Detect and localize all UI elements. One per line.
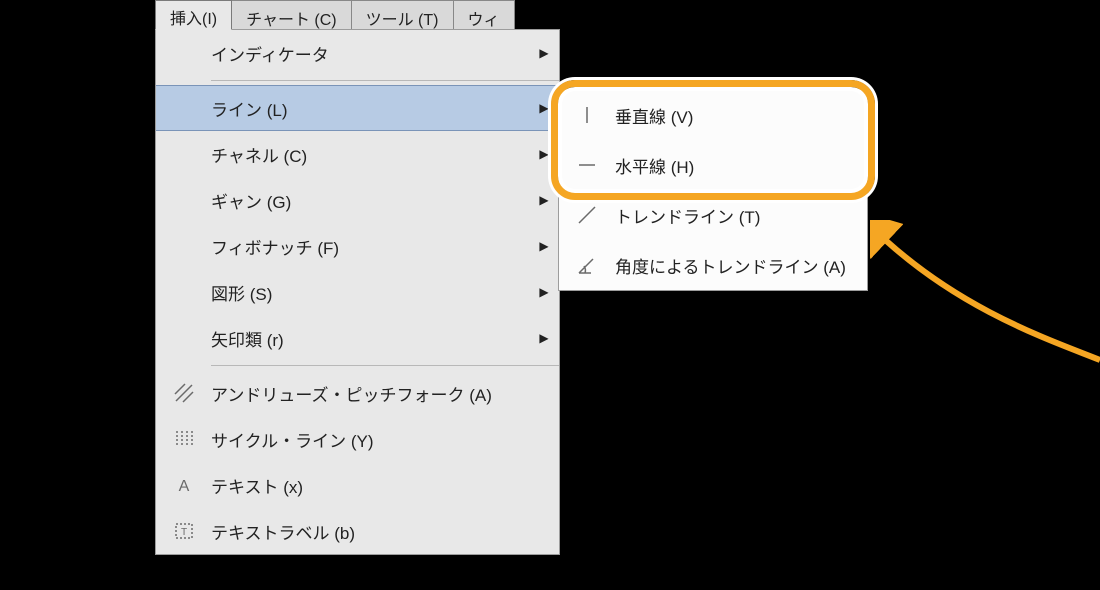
dd-label: 矢印類 (r) bbox=[211, 326, 529, 351]
sm-label: 角度によるトレンドライン (A) bbox=[615, 253, 867, 278]
dd-item-text-label[interactable]: T テキストラベル (b) bbox=[156, 508, 559, 554]
menu-label: ウィ bbox=[468, 6, 500, 30]
dd-label: 図形 (S) bbox=[211, 280, 529, 305]
dd-item-cycle-lines[interactable]: サイクル・ライン (Y) bbox=[156, 416, 559, 462]
sm-label: 垂直線 (V) bbox=[615, 103, 867, 128]
menu-insert[interactable]: 挿入(I) bbox=[155, 0, 232, 30]
dd-label: チャネル (C) bbox=[211, 142, 529, 167]
dd-item-text[interactable]: A テキスト (x) bbox=[156, 462, 559, 508]
separator bbox=[211, 80, 559, 81]
callout-arrow-icon bbox=[870, 220, 1100, 380]
sm-item-horizontal-line[interactable]: 水平線 (H) bbox=[559, 140, 867, 190]
dd-label: ギャン (G) bbox=[211, 188, 529, 213]
dd-item-fibonacci[interactable]: フィボナッチ (F) ▶ bbox=[156, 223, 559, 269]
submenu-arrow-icon: ▶ bbox=[529, 239, 559, 253]
menubar: 挿入(I) チャート (C) ツール (T) ウィ bbox=[155, 0, 515, 30]
line-submenu: 垂直線 (V) 水平線 (H) トレンドライン (T) 角度によるトレンドライン… bbox=[558, 89, 868, 291]
cycle-lines-icon bbox=[156, 428, 211, 450]
submenu-arrow-icon: ▶ bbox=[529, 285, 559, 299]
sm-label: トレンドライン (T) bbox=[615, 203, 867, 228]
menu-label: チャート (C) bbox=[246, 6, 337, 30]
menu-label: ツール (T) bbox=[366, 6, 439, 30]
menu-chart[interactable]: チャート (C) bbox=[231, 0, 352, 30]
dd-item-shapes[interactable]: 図形 (S) ▶ bbox=[156, 269, 559, 315]
insert-dropdown: インディケータ ▶ ライン (L) ▶ チャネル (C) ▶ ギャン (G) ▶… bbox=[155, 29, 560, 555]
dd-label: ライン (L) bbox=[211, 96, 529, 121]
separator bbox=[211, 365, 559, 366]
submenu-arrow-icon: ▶ bbox=[529, 331, 559, 345]
submenu-arrow-icon: ▶ bbox=[529, 193, 559, 207]
vertical-line-icon bbox=[559, 104, 615, 126]
text-icon: A bbox=[156, 474, 211, 496]
sm-item-angle-trendline[interactable]: 角度によるトレンドライン (A) bbox=[559, 240, 867, 290]
submenu-arrow-icon: ▶ bbox=[529, 101, 559, 115]
dd-label: テキスト (x) bbox=[211, 473, 559, 498]
dd-item-arrows[interactable]: 矢印類 (r) ▶ bbox=[156, 315, 559, 361]
dd-item-indicator[interactable]: インディケータ ▶ bbox=[156, 30, 559, 76]
angle-trendline-icon bbox=[559, 254, 615, 276]
dd-label: インディケータ bbox=[211, 41, 529, 66]
horizontal-line-icon bbox=[559, 154, 615, 176]
svg-text:T: T bbox=[180, 527, 186, 538]
menu-tools[interactable]: ツール (T) bbox=[351, 0, 454, 30]
submenu-arrow-icon: ▶ bbox=[529, 147, 559, 161]
sm-item-vertical-line[interactable]: 垂直線 (V) bbox=[559, 90, 867, 140]
sm-item-trendline[interactable]: トレンドライン (T) bbox=[559, 190, 867, 240]
dd-label: テキストラベル (b) bbox=[211, 519, 559, 544]
sm-label: 水平線 (H) bbox=[615, 153, 867, 178]
dd-label: サイクル・ライン (Y) bbox=[211, 427, 559, 452]
menu-window-cut[interactable]: ウィ bbox=[453, 0, 515, 30]
pitchfork-icon bbox=[156, 382, 211, 404]
trendline-icon bbox=[559, 204, 615, 226]
menu-label: 挿入(I) bbox=[170, 5, 217, 29]
text-label-icon: T bbox=[156, 520, 211, 542]
svg-text:A: A bbox=[178, 478, 189, 495]
submenu-arrow-icon: ▶ bbox=[529, 46, 559, 60]
dd-item-gann[interactable]: ギャン (G) ▶ bbox=[156, 177, 559, 223]
dd-label: フィボナッチ (F) bbox=[211, 234, 529, 259]
dd-item-channel[interactable]: チャネル (C) ▶ bbox=[156, 131, 559, 177]
dd-item-pitchfork[interactable]: アンドリューズ・ピッチフォーク (A) bbox=[156, 370, 559, 416]
dd-item-line[interactable]: ライン (L) ▶ bbox=[156, 85, 559, 131]
dd-label: アンドリューズ・ピッチフォーク (A) bbox=[211, 381, 559, 406]
